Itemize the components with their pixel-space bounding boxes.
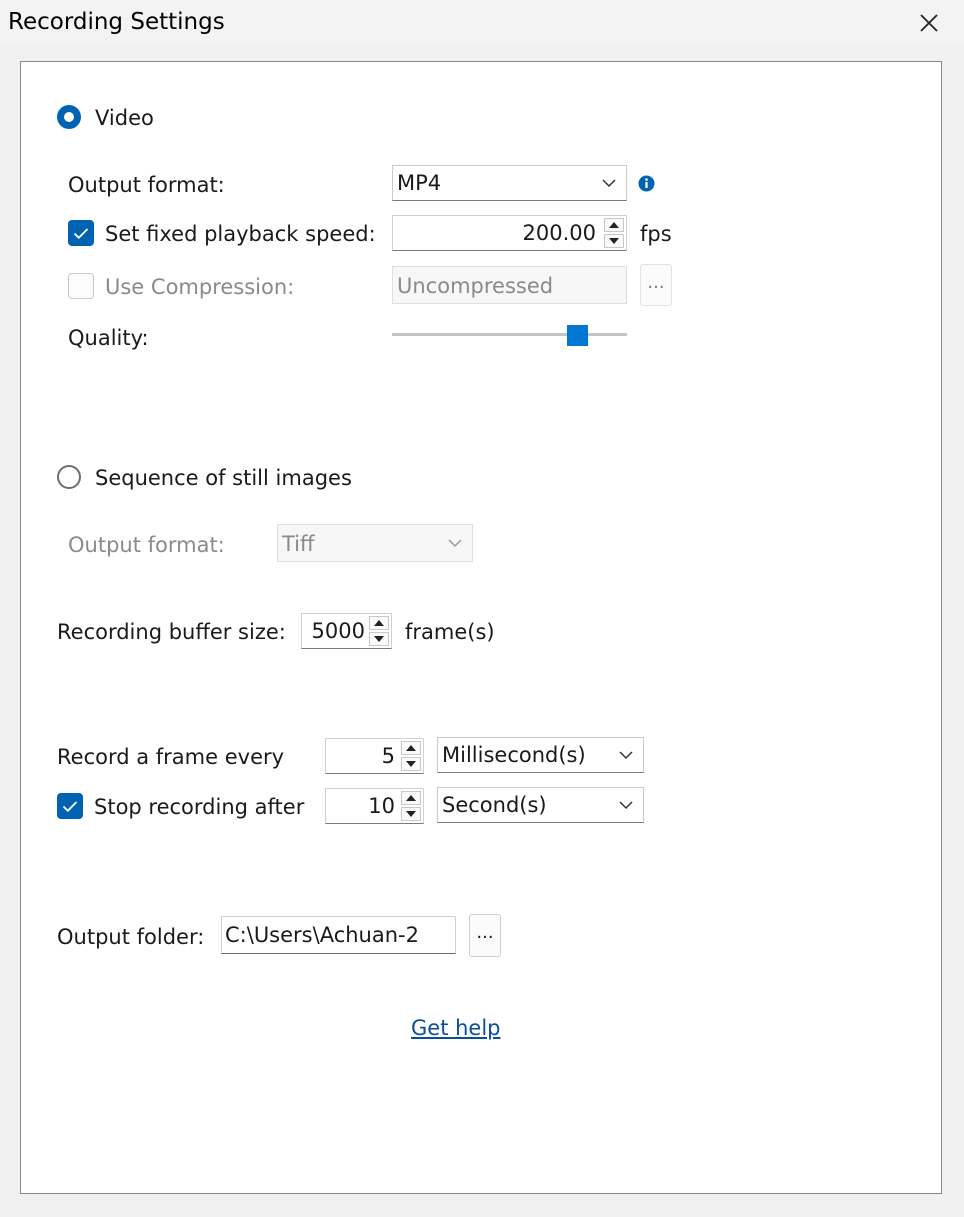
get-help-link[interactable]: Get help [411, 1015, 501, 1041]
info-icon[interactable] [638, 175, 655, 192]
record-every-spinbox[interactable]: 5 [325, 738, 424, 774]
triangle-up-icon [374, 620, 384, 626]
buffer-size-unit: frame(s) [405, 620, 495, 644]
quality-label: Quality: [68, 326, 149, 350]
spin-down-button[interactable] [401, 807, 421, 821]
fixed-speed-checkbox[interactable] [68, 220, 94, 246]
compression-value: Uncompressed [397, 274, 554, 298]
record-every-label: Record a frame every [57, 745, 285, 769]
stop-after-label: Stop recording after [94, 795, 305, 819]
video-output-format-dropdown[interactable]: MP4 [392, 165, 627, 201]
spin-down-button[interactable] [369, 632, 389, 646]
output-folder-value: C:\Users\Achuan-2 [225, 923, 419, 947]
fixed-speed-label: Set fixed playback speed: [105, 222, 376, 246]
spin-down-button[interactable] [401, 757, 421, 771]
buffer-size-spinbox[interactable]: 5000 [301, 613, 392, 649]
video-radio[interactable] [57, 105, 81, 129]
video-label: Video [95, 106, 154, 130]
spin-up-button[interactable] [401, 741, 421, 755]
stop-after-unit-value: Second(s) [442, 793, 547, 817]
chevron-down-icon [448, 539, 462, 548]
triangle-up-icon [406, 745, 416, 751]
compression-checkbox[interactable] [68, 273, 94, 299]
chevron-down-icon [619, 751, 633, 760]
spin-up-button[interactable] [401, 791, 421, 805]
quality-slider-thumb[interactable] [567, 325, 589, 346]
check-icon [73, 227, 89, 239]
buffer-size-value: 5000 [311, 619, 365, 643]
record-every-unit-value: Millisecond(s) [442, 743, 586, 767]
buffer-size-label: Recording buffer size: [57, 620, 286, 644]
fixed-speed-unit: fps [640, 222, 672, 246]
close-button[interactable] [906, 4, 952, 42]
video-output-format-label: Output format: [68, 173, 225, 197]
stop-after-unit-dropdown[interactable]: Second(s) [437, 787, 644, 823]
close-icon [920, 14, 938, 32]
stop-after-spinbox[interactable]: 10 [325, 788, 424, 824]
compression-label: Use Compression: [105, 275, 295, 299]
video-output-format-value: MP4 [397, 171, 442, 195]
still-output-format-value: Tiff [282, 532, 315, 556]
fixed-speed-spinbox[interactable]: 200.00 [392, 215, 627, 251]
triangle-down-icon [406, 761, 416, 767]
title-bar: Recording Settings [0, 0, 964, 44]
still-images-radio[interactable] [57, 465, 81, 489]
spin-down-button[interactable] [604, 234, 624, 248]
triangle-down-icon [406, 811, 416, 817]
fixed-speed-value: 200.00 [522, 221, 596, 245]
stop-after-value: 10 [368, 794, 395, 818]
compression-field: Uncompressed [392, 266, 627, 304]
triangle-down-icon [609, 238, 619, 244]
still-images-label: Sequence of still images [95, 466, 352, 490]
compression-browse-button[interactable]: ... [640, 264, 672, 306]
quality-slider-track[interactable] [392, 333, 627, 336]
output-folder-browse-button[interactable]: ... [469, 914, 501, 957]
spin-up-button[interactable] [604, 218, 624, 232]
output-folder-label: Output folder: [57, 925, 205, 949]
output-folder-input[interactable]: C:\Users\Achuan-2 [221, 916, 456, 954]
spin-up-button[interactable] [369, 616, 389, 630]
stop-after-checkbox[interactable] [57, 793, 83, 819]
record-every-value: 5 [381, 744, 395, 768]
triangle-up-icon [406, 795, 416, 801]
record-every-unit-dropdown[interactable]: Millisecond(s) [437, 737, 644, 773]
still-output-format-dropdown: Tiff [277, 524, 473, 562]
still-output-format-label: Output format: [68, 533, 225, 557]
window-title: Recording Settings [8, 9, 225, 35]
triangle-down-icon [374, 636, 384, 642]
check-icon [62, 800, 78, 812]
triangle-up-icon [609, 222, 619, 228]
chevron-down-icon [619, 801, 633, 810]
chevron-down-icon [602, 179, 616, 188]
